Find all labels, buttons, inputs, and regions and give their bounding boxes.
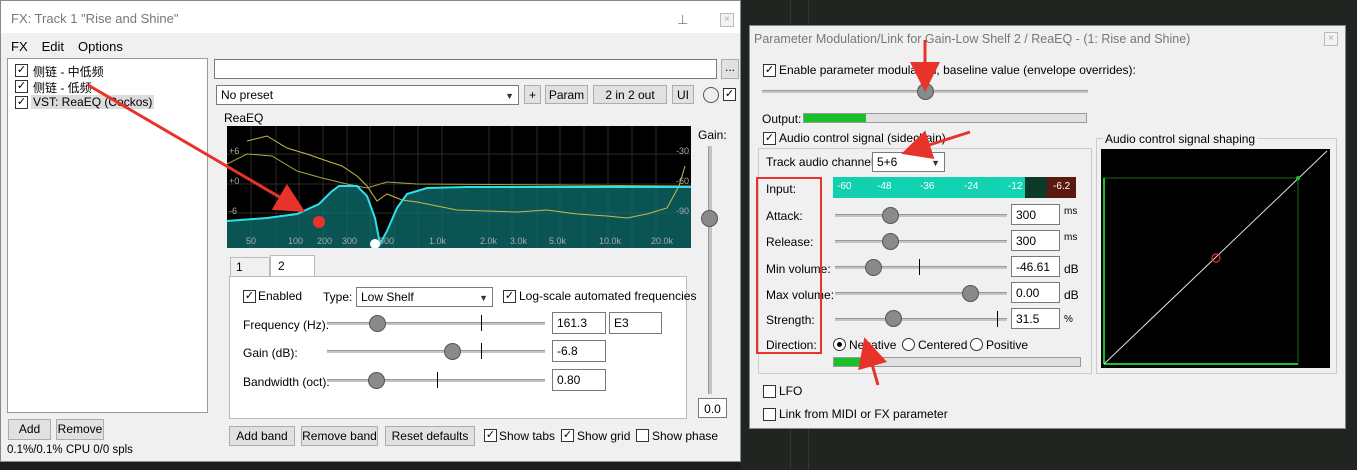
annotation-arrows [87, 40, 971, 386]
